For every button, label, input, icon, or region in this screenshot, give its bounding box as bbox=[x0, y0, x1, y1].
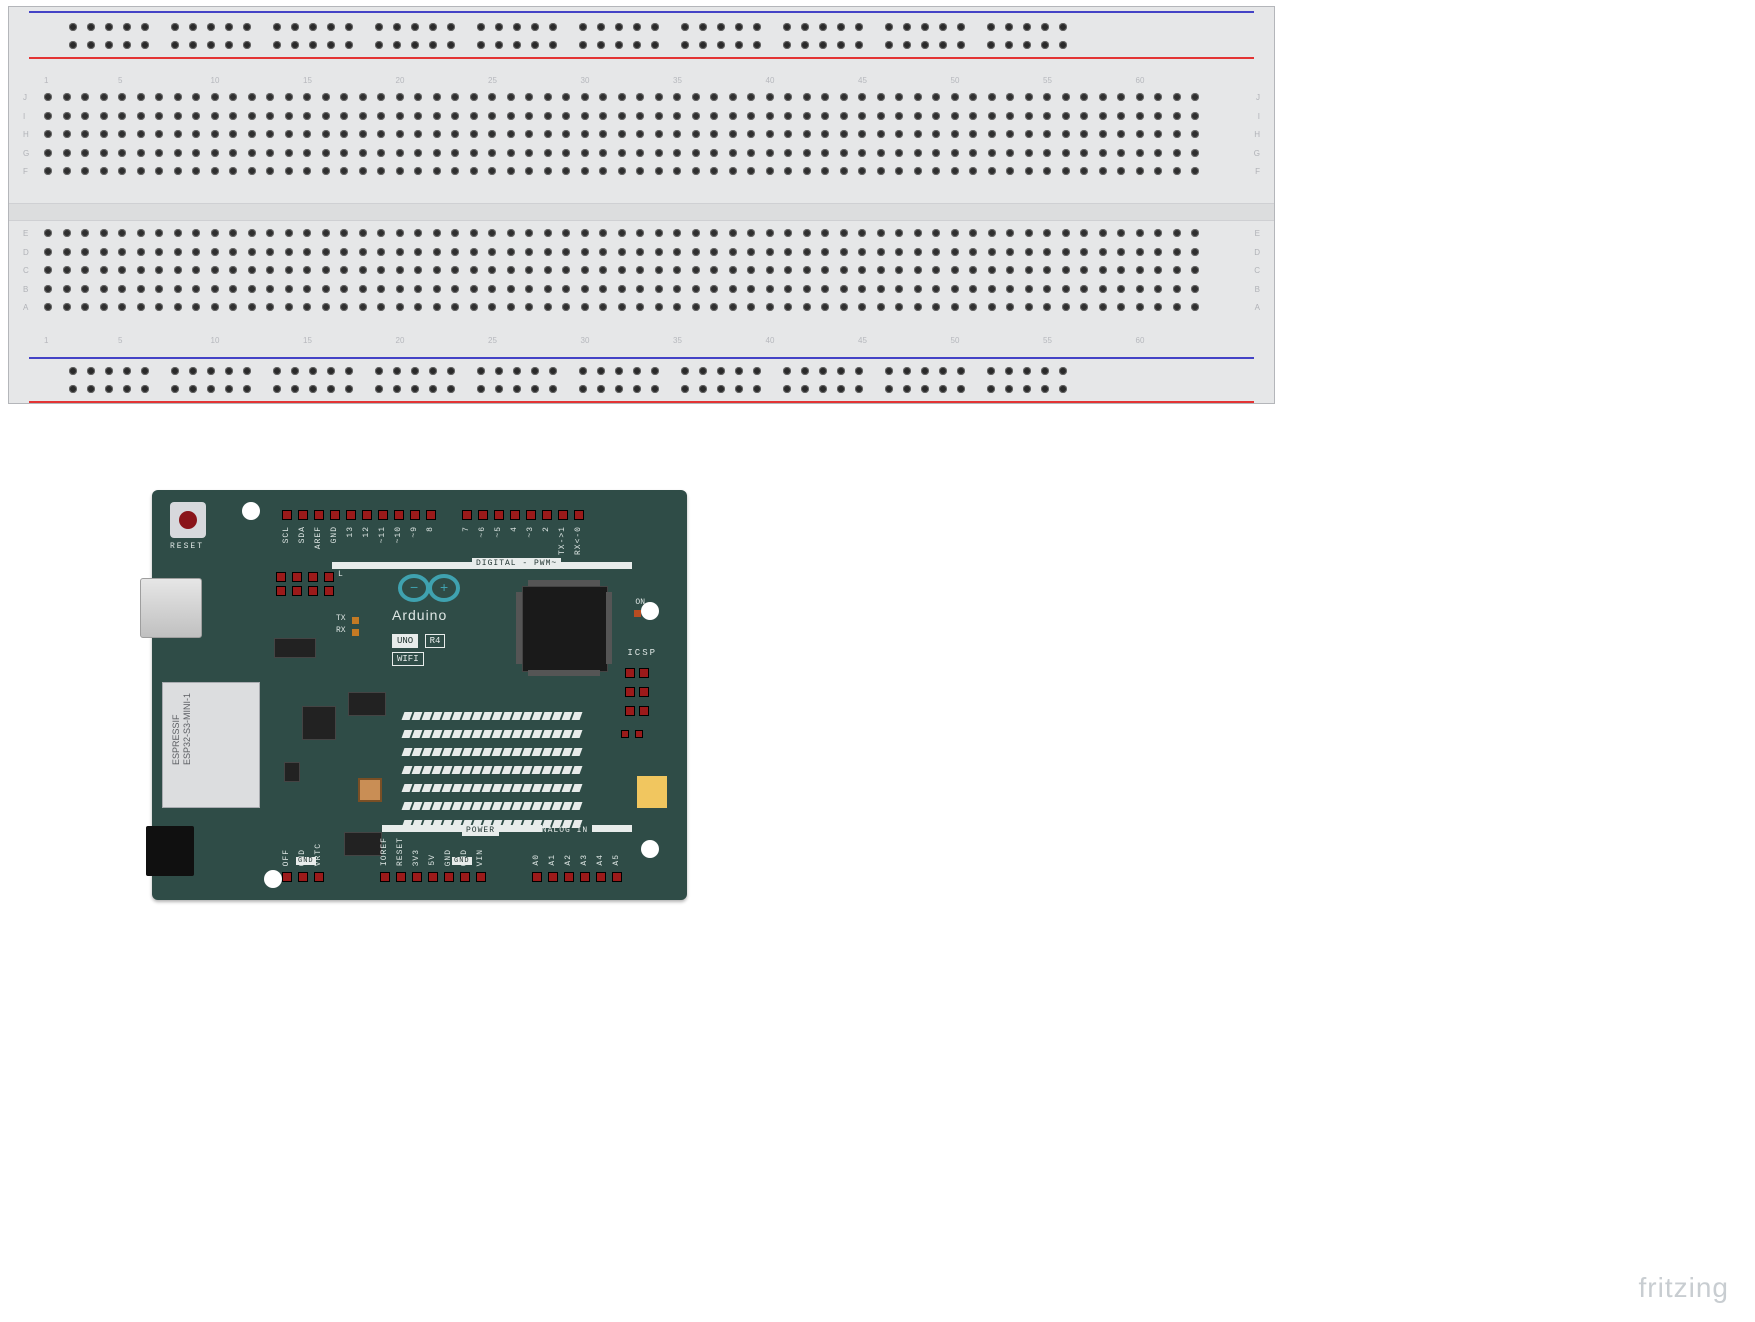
svg-text:50: 50 bbox=[951, 76, 960, 85]
on-led bbox=[634, 610, 641, 617]
header-digital-left[interactable] bbox=[282, 510, 442, 520]
svg-text:45: 45 bbox=[858, 336, 867, 345]
svg-text:15: 15 bbox=[303, 336, 312, 345]
section-power: POWER bbox=[462, 825, 499, 836]
crystal bbox=[358, 778, 382, 802]
reset-button[interactable] bbox=[170, 502, 206, 538]
badge-wifi: WIFI bbox=[392, 652, 424, 666]
logo-minus: − bbox=[410, 579, 418, 595]
terminal-upper: JJIIHHGGFF bbox=[9, 93, 1274, 193]
terminal-lower: EEDDCCBBAA bbox=[9, 229, 1274, 329]
rail-bot-row1 bbox=[69, 367, 1089, 375]
rail-bot-neg-line bbox=[29, 357, 1254, 359]
usb-c-port[interactable] bbox=[140, 578, 202, 638]
col-numbers-bottom: 151015202530354045505560 bbox=[9, 333, 1274, 347]
mcu-leads-t bbox=[528, 580, 600, 586]
mcu-leads-b bbox=[528, 670, 600, 676]
svg-text:60: 60 bbox=[1136, 76, 1145, 85]
rail-top-neg-line bbox=[29, 11, 1254, 13]
header-power[interactable] bbox=[380, 872, 492, 882]
center-channel bbox=[9, 203, 1274, 221]
section-digital: DIGITAL - PWM~ bbox=[472, 558, 561, 569]
arduino-uno-r4-wifi: RESET SCLSDAAREFGND1312~11~10~98 7~6~54~… bbox=[152, 490, 687, 900]
brand-text: Arduino bbox=[392, 607, 447, 623]
dip-sw-1[interactable] bbox=[621, 730, 629, 738]
svg-text:30: 30 bbox=[581, 336, 590, 345]
barrel-jack[interactable] bbox=[146, 826, 194, 876]
reset-label: RESET bbox=[170, 542, 204, 551]
svg-text:15: 15 bbox=[303, 76, 312, 85]
svg-text:1: 1 bbox=[44, 336, 49, 345]
logo-plus: + bbox=[440, 579, 448, 595]
svg-text:10: 10 bbox=[211, 336, 220, 345]
header-off-gnd-vrtc[interactable] bbox=[282, 872, 330, 882]
svg-text:55: 55 bbox=[1043, 336, 1052, 345]
ic-1 bbox=[274, 638, 316, 658]
col-numbers-top: 151015202530354045505560 bbox=[9, 73, 1274, 87]
gnd-highlight-badge: GND bbox=[452, 857, 472, 865]
svg-text:40: 40 bbox=[766, 336, 775, 345]
gnd-offrow-badge: GND bbox=[296, 857, 316, 865]
svg-text:30: 30 bbox=[581, 76, 590, 85]
aux-header-4x2[interactable] bbox=[276, 572, 340, 596]
rail-bot-pos-line bbox=[29, 401, 1254, 403]
svg-text:35: 35 bbox=[673, 336, 682, 345]
header-digital-right[interactable] bbox=[462, 510, 590, 520]
svg-text:20: 20 bbox=[396, 76, 405, 85]
fritzing-watermark: fritzing bbox=[1639, 1272, 1729, 1304]
model-badges: UNO R4 WIFI bbox=[392, 630, 447, 666]
header-analog[interactable] bbox=[532, 872, 628, 882]
rail-top-row2 bbox=[69, 41, 1089, 49]
ic-3 bbox=[348, 692, 386, 716]
rail-bot-row2 bbox=[69, 385, 1089, 393]
svg-text:35: 35 bbox=[673, 76, 682, 85]
mount-hole-bl bbox=[264, 870, 282, 888]
svg-text:20: 20 bbox=[396, 336, 405, 345]
section-analog: ANALOG IN bbox=[532, 825, 592, 836]
svg-text:5: 5 bbox=[118, 336, 123, 345]
svg-text:25: 25 bbox=[488, 76, 497, 85]
badge-uno: UNO bbox=[392, 634, 418, 648]
svg-text:45: 45 bbox=[858, 76, 867, 85]
breadboard: 151015202530354045505560 JJIIHHGGFF EEDD… bbox=[8, 6, 1275, 404]
svg-text:40: 40 bbox=[766, 76, 775, 85]
dip-sw-2[interactable] bbox=[635, 730, 643, 738]
badge-r4: R4 bbox=[425, 634, 446, 648]
svg-text:60: 60 bbox=[1136, 336, 1145, 345]
svg-text:5: 5 bbox=[118, 76, 123, 85]
mount-hole-br bbox=[641, 840, 659, 858]
rx-led bbox=[352, 629, 359, 636]
main-mcu-chip bbox=[522, 586, 608, 672]
tx-led bbox=[352, 617, 359, 624]
rx-label: RX bbox=[336, 626, 346, 635]
svg-text:50: 50 bbox=[951, 336, 960, 345]
arduino-logo: − + bbox=[398, 574, 460, 607]
esp32-module: ESPRESSIFESP32-S3-MINI-1 bbox=[162, 682, 260, 808]
svg-text:25: 25 bbox=[488, 336, 497, 345]
qwiic-connector[interactable] bbox=[637, 776, 667, 808]
svg-text:1: 1 bbox=[44, 76, 49, 85]
on-label: ON bbox=[635, 598, 645, 607]
rail-top-row1 bbox=[69, 23, 1089, 31]
terminal-upper-cols bbox=[44, 93, 1210, 186]
mount-hole-tl bbox=[242, 502, 260, 520]
esp-text2: ESP32-S3-MINI-1 bbox=[182, 693, 192, 765]
ic-4 bbox=[284, 762, 300, 782]
ic-2 bbox=[302, 706, 336, 740]
silk-analog-bar bbox=[592, 825, 632, 832]
regulator bbox=[344, 832, 382, 856]
svg-text:10: 10 bbox=[211, 76, 220, 85]
esp-text1: ESPRESSIF bbox=[171, 715, 181, 766]
icsp-header[interactable] bbox=[623, 666, 659, 716]
mcu-leads-l bbox=[516, 592, 522, 664]
tx-label: TX bbox=[336, 614, 346, 623]
terminal-lower-cols bbox=[44, 229, 1210, 322]
svg-text:55: 55 bbox=[1043, 76, 1052, 85]
icsp-label: ICSP bbox=[627, 648, 657, 658]
mcu-leads-r bbox=[606, 592, 612, 664]
rail-top-pos-line bbox=[29, 57, 1254, 59]
led-matrix bbox=[402, 708, 622, 813]
